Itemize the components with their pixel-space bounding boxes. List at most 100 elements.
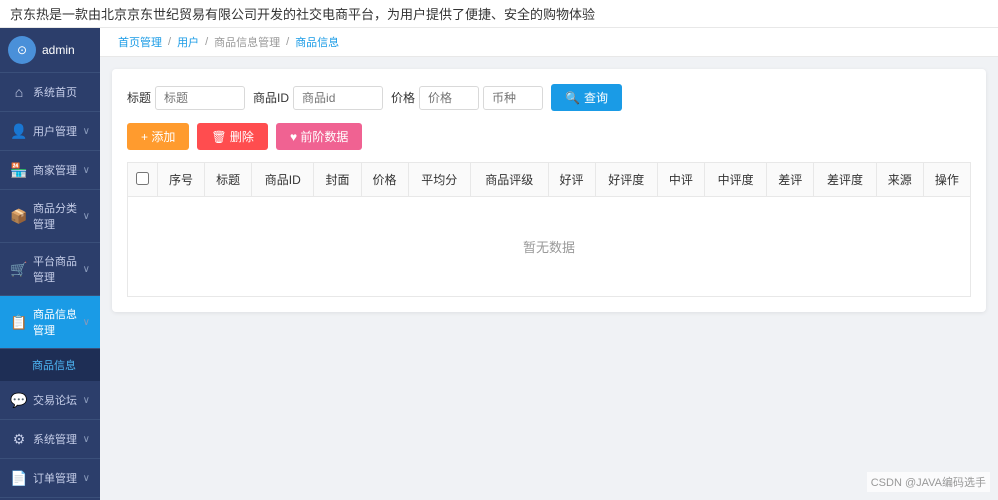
col-price: 价格	[361, 163, 408, 197]
sidebar-item-label: 商品分类管理	[33, 200, 83, 232]
title-label: 标题	[127, 89, 151, 106]
search-field-price: 价格	[391, 86, 543, 110]
logo-text: admin	[42, 43, 75, 57]
sidebar-logo: ⊙ admin	[0, 28, 100, 73]
sidebar: ⊙ admin ⌂ 系统首页 👤 用户管理 ∨ 🏪 商家管理 ∨	[0, 28, 100, 500]
delete-label: 删除	[230, 130, 254, 144]
col-title: 标题	[205, 163, 252, 197]
sidebar-item-label: 订单管理	[33, 470, 83, 486]
col-seq: 序号	[158, 163, 205, 197]
search-field-product-id: 商品ID	[253, 86, 383, 110]
chevron-down-icon: ∨	[83, 126, 90, 137]
chevron-down-icon: ∨	[83, 165, 90, 176]
breadcrumb-sep3: /	[286, 36, 289, 48]
sidebar-item-label: 系统管理	[33, 431, 83, 447]
col-good-rate: 好评度	[595, 163, 657, 197]
col-product-id: 商品ID	[252, 163, 314, 197]
chevron-down-icon: ∨	[83, 317, 90, 328]
title-input[interactable]	[155, 86, 245, 110]
breadcrumb-user[interactable]: 用户	[177, 34, 199, 50]
empty-text: 暂无数据	[523, 240, 575, 255]
sidebar-item-order[interactable]: 📄 订单管理 ∨	[0, 459, 100, 498]
select-all-checkbox[interactable]	[136, 172, 149, 185]
chevron-down-icon: ∨	[83, 395, 90, 406]
delete-button[interactable]: 🗑 删除	[197, 123, 268, 150]
currency-input[interactable]	[483, 86, 543, 110]
sidebar-item-label: 用户管理	[33, 123, 83, 139]
export-icon: ♥	[290, 130, 297, 144]
col-avg-score: 平均分	[408, 163, 470, 197]
users-icon: 👤	[10, 122, 28, 140]
empty-row: 暂无数据	[128, 197, 971, 297]
export-button[interactable]: ♥ 前阶数据	[276, 123, 362, 150]
breadcrumb: 首页管理 / 用户 / 商品信息管理 / 商品信息	[100, 28, 998, 57]
col-bad-review: 差评	[767, 163, 814, 197]
col-cover: 封面	[314, 163, 361, 197]
sidebar-item-product-info[interactable]: 📋 商品信息管理 ∨	[0, 296, 100, 349]
export-label: 前阶数据	[300, 130, 348, 144]
price-input[interactable]	[419, 86, 479, 110]
col-action: 操作	[923, 163, 970, 197]
chevron-down-icon: ∨	[83, 473, 90, 484]
content-area: 标题 商品ID 价格 🔍 查询	[100, 57, 998, 500]
sidebar-item-label: 商品信息管理	[33, 306, 83, 338]
system-icon: ⚙	[10, 430, 28, 448]
watermark: CSDN @JAVA编码选手	[867, 472, 990, 492]
data-table: 序号 标题 商品ID 封面 价格 平均分 商品评级 好评 好评度 中评 中评度 …	[127, 162, 971, 297]
search-btn-label: 查询	[584, 89, 608, 106]
sidebar-item-users[interactable]: 👤 用户管理 ∨	[0, 112, 100, 151]
search-button[interactable]: 🔍 查询	[551, 84, 622, 111]
top-banner: 京东热是一款由北京京东世纪贸易有限公司开发的社交电商平台，为用户提供了便捷、安全…	[0, 0, 998, 28]
main-content: 首页管理 / 用户 / 商品信息管理 / 商品信息 标题 商品ID	[100, 28, 998, 500]
logo-avatar: ⊙	[8, 36, 36, 64]
breadcrumb-sep2: /	[205, 36, 208, 48]
col-rating: 商品评级	[470, 163, 548, 197]
watermark-text: CSDN @JAVA编码选手	[871, 477, 986, 489]
breadcrumb-home[interactable]: 首页管理	[118, 34, 162, 50]
sidebar-item-merchant[interactable]: 🏪 商家管理 ∨	[0, 151, 100, 190]
sidebar-subitem-product-list[interactable]: 商品信息	[0, 349, 100, 381]
sidebar-menu: ⌂ 系统首页 👤 用户管理 ∨ 🏪 商家管理 ∨ 📦 商品分类管理 ∨	[0, 73, 100, 500]
sidebar-item-label: 系统首页	[33, 84, 90, 100]
product-info-icon: 📋	[10, 313, 28, 331]
price-label: 价格	[391, 89, 415, 106]
col-mid-rate: 中评度	[704, 163, 766, 197]
search-icon: 🔍	[565, 91, 580, 105]
sidebar-item-label: 商家管理	[33, 162, 83, 178]
breadcrumb-current: 商品信息	[295, 34, 339, 50]
breadcrumb-sep: /	[168, 36, 171, 48]
col-checkbox	[128, 163, 158, 197]
add-button[interactable]: + 添加	[127, 123, 189, 150]
chevron-down-icon: ∨	[83, 211, 90, 222]
forum-icon: 💬	[10, 391, 28, 409]
sidebar-item-system[interactable]: ⚙ 系统管理 ∨	[0, 420, 100, 459]
product-id-label: 商品ID	[253, 89, 289, 106]
col-good-review: 好评	[548, 163, 595, 197]
sub-item-label: 商品信息	[32, 357, 76, 373]
sidebar-item-category[interactable]: 📦 商品分类管理 ∨	[0, 190, 100, 243]
content-card: 标题 商品ID 价格 🔍 查询	[112, 69, 986, 312]
search-field-title: 标题	[127, 86, 245, 110]
product-id-input[interactable]	[293, 86, 383, 110]
category-icon: 📦	[10, 207, 28, 225]
action-bar: + 添加 🗑 删除 ♥ 前阶数据	[127, 123, 971, 150]
sidebar-item-home[interactable]: ⌂ 系统首页	[0, 73, 100, 112]
merchant-icon: 🏪	[10, 161, 28, 179]
breadcrumb-product-mgmt: 商品信息管理	[214, 34, 280, 50]
sidebar-item-forum[interactable]: 💬 交易论坛 ∨	[0, 381, 100, 420]
sidebar-item-platform[interactable]: 🛒 平台商品管理 ∨	[0, 243, 100, 296]
col-mid-review: 中评	[657, 163, 704, 197]
search-bar: 标题 商品ID 价格 🔍 查询	[127, 84, 971, 111]
avatar-icon: ⊙	[17, 43, 27, 57]
col-source: 来源	[876, 163, 923, 197]
order-icon: 📄	[10, 469, 28, 487]
home-icon: ⌂	[10, 83, 28, 101]
chevron-down-icon: ∨	[83, 264, 90, 275]
sidebar-item-label: 平台商品管理	[33, 253, 83, 285]
chevron-down-icon: ∨	[83, 434, 90, 445]
platform-icon: 🛒	[10, 260, 28, 278]
col-bad-rate: 差评度	[814, 163, 876, 197]
delete-icon: 🗑	[211, 130, 226, 144]
sidebar-item-label: 交易论坛	[33, 392, 83, 408]
banner-text: 京东热是一款由北京京东世纪贸易有限公司开发的社交电商平台，为用户提供了便捷、安全…	[10, 7, 595, 22]
